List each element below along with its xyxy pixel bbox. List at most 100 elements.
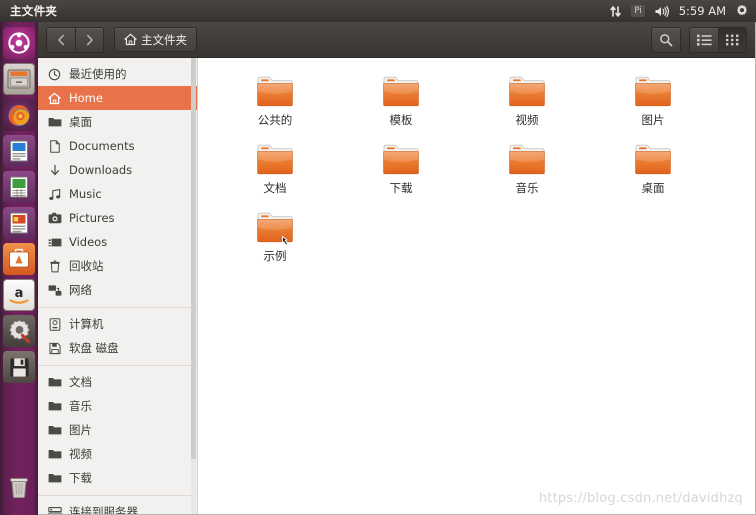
computer-icon [47, 317, 62, 331]
trash-icon [47, 260, 62, 273]
folder-icon [255, 142, 295, 177]
music-note-icon [47, 188, 62, 201]
folder-icon [47, 116, 62, 128]
sidebar-item-bookmark-pictures[interactable]: 图片 [38, 418, 197, 442]
sidebar-scrollbar-thumb[interactable] [191, 58, 196, 460]
sidebar-item-trash[interactable]: 回收站 [38, 254, 197, 278]
sidebar-item-home[interactable]: Home [38, 86, 197, 110]
file-item[interactable]: 图片 [590, 70, 716, 138]
folder-link-icon [255, 210, 295, 246]
volume-icon[interactable] [654, 0, 670, 22]
file-item[interactable]: 示例 [212, 206, 338, 274]
sidebar-divider [38, 307, 197, 308]
folder-icon [47, 472, 62, 484]
sidebar-item-bookmark-videos[interactable]: 视频 [38, 442, 197, 466]
launcher-item-files[interactable] [3, 63, 35, 95]
file-icon-view[interactable]: 公共的 模板 视频 图片 文档 下载 音乐 桌面 示例 https://blog… [198, 58, 755, 514]
camera-icon [47, 212, 62, 224]
sidebar-item-music[interactable]: Music [38, 182, 197, 206]
launcher-item-trash[interactable] [3, 471, 35, 503]
sidebar-item-bookmark-downloads[interactable]: 下载 [38, 466, 197, 490]
file-label: 下载 [389, 181, 413, 195]
sidebar-scrollbar[interactable] [191, 58, 196, 514]
search-icon [660, 33, 673, 46]
launcher-item-libreoffice-calc[interactable] [3, 171, 35, 203]
search-button[interactable] [652, 28, 680, 52]
launcher-item-libreoffice-writer[interactable] [3, 135, 35, 167]
file-grid: 公共的 模板 视频 图片 文档 下载 音乐 桌面 示例 [212, 70, 755, 274]
sidebar-group-devices: 计算机 软盘 磁盘 [38, 312, 197, 360]
file-item[interactable]: 桌面 [590, 138, 716, 206]
sidebar-item-label: 回收站 [69, 259, 104, 273]
folder-icon [47, 400, 62, 412]
sidebar-item-downloads[interactable]: Downloads [38, 158, 197, 182]
sidebar-item-label: 软盘 磁盘 [69, 341, 119, 355]
window-title: 主文件夹 [10, 4, 58, 18]
gear-icon[interactable] [735, 0, 749, 22]
folder-icon [507, 74, 547, 109]
launcher-item-dash-home[interactable] [3, 27, 35, 59]
sidebar-group-bookmarks: 文档 音乐 图片 视频 下载 [38, 370, 197, 490]
launcher-item-firefox[interactable] [3, 99, 35, 131]
file-item[interactable]: 模板 [338, 70, 464, 138]
file-item[interactable]: 下载 [338, 138, 464, 206]
sidebar-item-recent[interactable]: 最近使用的 [38, 62, 197, 86]
clock-indicator[interactable]: 5:59 AM [679, 0, 726, 22]
back-button[interactable] [47, 28, 75, 52]
download-icon [47, 164, 62, 177]
breadcrumb-home[interactable]: 主文件夹 [114, 27, 197, 52]
folder-icon [255, 74, 295, 109]
sidebar-item-bookmark-music[interactable]: 音乐 [38, 394, 197, 418]
connect-server-icon [47, 506, 62, 514]
file-label: 音乐 [515, 181, 539, 195]
launcher-item-ubuntu-software[interactable] [3, 243, 35, 275]
sidebar-item-pictures[interactable]: Pictures [38, 206, 197, 230]
sidebar-item-label: 计算机 [69, 317, 104, 331]
file-item[interactable]: 视频 [464, 70, 590, 138]
file-label: 模板 [389, 113, 413, 127]
input-method-indicator[interactable]: Pi [631, 0, 645, 22]
launcher-item-disk-drive[interactable] [3, 351, 35, 383]
sidebar-divider [38, 495, 197, 496]
unity-top-panel: 主文件夹 Pi 5:59 AM [0, 0, 756, 22]
sidebar-item-label: Home [69, 91, 103, 105]
file-item[interactable]: 公共的 [212, 70, 338, 138]
folder-icon [47, 448, 62, 460]
sidebar-item-computer[interactable]: 计算机 [38, 312, 197, 336]
search-button-group [651, 26, 681, 53]
sidebar-divider [38, 365, 197, 366]
impress-icon [10, 212, 28, 234]
sidebar-item-network[interactable]: 网络 [38, 278, 197, 302]
sidebar-item-documents[interactable]: Documents [38, 134, 197, 158]
sidebar-item-bookmark-documents[interactable]: 文档 [38, 370, 197, 394]
launcher-item-libreoffice-impress[interactable] [3, 207, 35, 239]
watermark-text: https://blog.csdn.net/davidhzq [538, 491, 743, 506]
file-label: 公共的 [257, 113, 293, 127]
sidebar-item-label: 音乐 [69, 399, 92, 413]
launcher-item-amazon[interactable]: a [3, 279, 35, 311]
network-updown-icon[interactable] [609, 0, 622, 22]
places-sidebar[interactable]: 最近使用的 Home 桌面 Documents Downloads Music … [38, 58, 198, 514]
software-center-icon [9, 248, 29, 268]
floppy-disk-icon [47, 342, 62, 355]
file-label: 图片 [641, 113, 665, 127]
running-indicator-right [34, 76, 35, 82]
chevron-right-icon [87, 34, 93, 45]
sidebar-item-videos[interactable]: Videos [38, 230, 197, 254]
sidebar-item-floppy-disk[interactable]: 软盘 磁盘 [38, 336, 197, 360]
home-icon [47, 92, 62, 105]
file-label: 视频 [515, 113, 539, 127]
sidebar-item-label: Pictures [69, 211, 115, 225]
window-body: 最近使用的 Home 桌面 Documents Downloads Music … [38, 58, 755, 514]
toolbar-right-group [651, 26, 747, 53]
folder-icon [381, 74, 421, 109]
file-item[interactable]: 音乐 [464, 138, 590, 206]
launcher-item-system-settings[interactable] [3, 315, 35, 347]
forward-button[interactable] [75, 27, 103, 52]
sidebar-item-desktop[interactable]: 桌面 [38, 110, 197, 134]
sidebar-item-connect-to-server[interactable]: 连接到服务器 [38, 500, 197, 514]
list-view-button[interactable] [690, 28, 718, 52]
grid-view-button[interactable] [718, 27, 746, 52]
files-icon [7, 69, 31, 89]
file-item[interactable]: 文档 [212, 138, 338, 206]
